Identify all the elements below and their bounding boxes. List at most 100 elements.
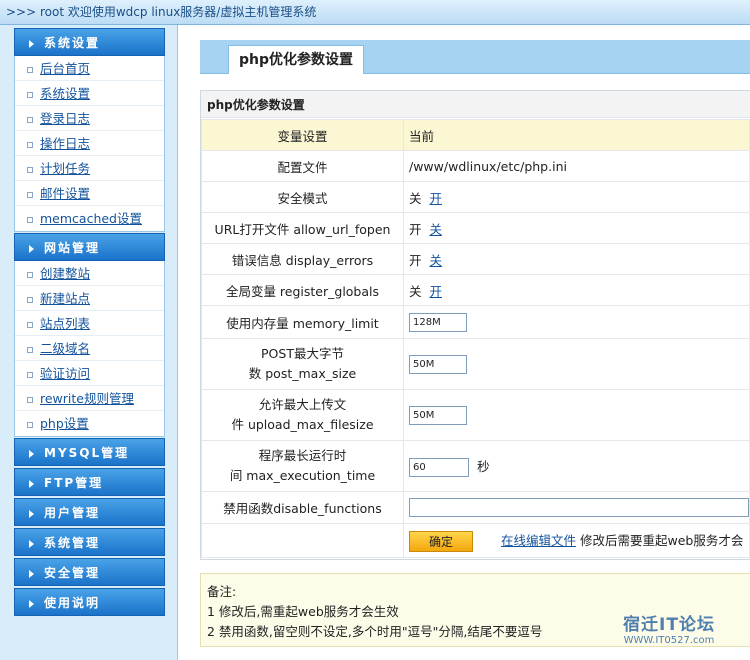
sidebar-item-site-list[interactable]: 站点列表 [15,311,164,336]
menu-head-mysql[interactable]: MYSQL管理 [14,438,165,466]
post-max-size-input[interactable]: 50M [409,354,467,374]
current-state: 关 [409,190,422,206]
menu-head-security[interactable]: 安全管理 [14,558,165,586]
watermark-url: WWW.IT0527.com [623,635,715,646]
notes-title: 备注: [207,584,237,599]
welcome-text: >>> root 欢迎使用wdcp linux服务器/虚拟主机管理系统 [6,5,317,19]
confirm-button[interactable]: 确定 [409,530,473,552]
menu-section-security: 安全管理 [14,558,165,586]
table-row: 程序最长运行时间 max_execution_time 60 秒 [201,440,750,492]
top-bar: >>> root 欢迎使用wdcp linux服务器/虚拟主机管理系统 [0,0,750,25]
menu-head-ftp[interactable]: FTP管理 [14,468,165,496]
square-bullet-icon [27,216,33,223]
triangle-right-icon [29,244,34,253]
table-row: 允许最大上传文件 upload_max_filesize 50M [201,389,750,441]
menu-section-system-settings: 系统设置 后台首页 系统设置 登录日志 操作日志 计划任务 邮件设置 memca… [14,28,165,232]
menu-head-users[interactable]: 用户管理 [14,498,165,526]
sidebar-item-mail-settings[interactable]: 邮件设置 [15,181,164,206]
menu-head-site-management[interactable]: 网站管理 [14,233,165,261]
row-label: POST最大字节数 post_max_size [201,338,404,390]
row-label: 允许最大上传文件 upload_max_filesize [201,389,404,441]
current-state: 开 [409,221,422,237]
table-row: URL打开文件 allow_url_fopen 开 关 [201,212,750,244]
sidebar-item-new-site[interactable]: 新建站点 [15,286,164,311]
safe-mode-toggle-link[interactable]: 开 [429,191,442,206]
register-globals-toggle-link[interactable]: 开 [429,284,442,299]
square-bullet-icon [27,271,33,278]
disable-functions-input[interactable] [409,498,749,517]
upload-max-filesize-input[interactable]: 50M [409,405,467,425]
toggle-cell: 开 关 [403,243,750,275]
current-state: 关 [409,283,422,299]
menu-head-system-settings[interactable]: 系统设置 [14,28,165,56]
sidebar-item-system-settings[interactable]: 系统设置 [15,81,164,106]
sidebar-item-subdomain[interactable]: 二级域名 [15,336,164,361]
square-bullet-icon [27,66,33,73]
square-bullet-icon [27,346,33,353]
config-file-path: /www/wdlinux/etc/php.ini [403,150,750,182]
square-bullet-icon [27,396,33,403]
settings-table: 变量设置 当前 配置文件 /www/wdlinux/etc/php.ini 安全… [201,119,750,558]
action-row: 确定 在线编辑文件 修改后需要重起web服务才会 [201,523,750,558]
sidebar-item-memcached[interactable]: memcached设置 [15,206,164,231]
sidebar-item-rewrite-rules[interactable]: rewrite规则管理 [15,386,164,411]
display-errors-toggle-link[interactable]: 关 [429,253,442,268]
table-row: 全局变量 register_globals 关 开 [201,274,750,306]
table-row: 使用内存量 memory_limit 128M [201,305,750,339]
table-header-row: 变量设置 当前 [201,119,750,151]
restart-hint: 修改后需要重起web服务才会 [579,532,744,548]
sidebar-item-auth-access[interactable]: 验证访问 [15,361,164,386]
row-label: 全局变量 register_globals [201,274,404,306]
triangle-right-icon [29,569,34,578]
menu-head-help[interactable]: 使用说明 [14,588,165,616]
table-row: 禁用函数disable_functions [201,491,750,524]
square-bullet-icon [27,421,33,428]
square-bullet-icon [27,321,33,328]
toggle-cell: 关 开 [403,181,750,213]
square-bullet-icon [27,296,33,303]
tab-php-optimization[interactable]: php优化参数设置 [228,45,365,74]
header-current: 当前 [403,119,750,151]
current-state: 开 [409,252,422,268]
menu-section-site-management: 网站管理 创建整站 新建站点 站点列表 二级域名 验证访问 rewrite规则管… [14,233,165,437]
square-bullet-icon [27,116,33,123]
table-row: 错误信息 display_errors 开 关 [201,243,750,275]
triangle-right-icon [29,39,34,48]
sidebar-item-operation-log[interactable]: 操作日志 [15,131,164,156]
online-edit-link[interactable]: 在线编辑文件 [501,533,576,548]
menu-section-help: 使用说明 [14,588,165,616]
triangle-right-icon [29,539,34,548]
triangle-right-icon [29,509,34,518]
sidebar-item-home[interactable]: 后台首页 [15,56,164,81]
sidebar: 系统设置 后台首页 系统设置 登录日志 操作日志 计划任务 邮件设置 memca… [0,25,178,660]
square-bullet-icon [27,141,33,148]
square-bullet-icon [27,91,33,98]
sidebar-item-login-log[interactable]: 登录日志 [15,106,164,131]
triangle-right-icon [29,449,34,458]
menu-section-users: 用户管理 [14,498,165,526]
seconds-unit: 秒 [476,458,490,474]
settings-panel: php优化参数设置 变量设置 当前 配置文件 /www/wdlinux/etc/… [200,90,750,560]
sidebar-item-php-settings[interactable]: php设置 [15,411,164,436]
triangle-right-icon [29,479,34,488]
table-row: 配置文件 /www/wdlinux/etc/php.ini [201,150,750,182]
row-label: 安全模式 [201,181,404,213]
menu-head-system-management[interactable]: 系统管理 [14,528,165,556]
square-bullet-icon [27,191,33,198]
sidebar-item-create-site[interactable]: 创建整站 [15,261,164,286]
sidebar-item-scheduled-tasks[interactable]: 计划任务 [15,156,164,181]
allow-url-fopen-toggle-link[interactable]: 关 [429,222,442,237]
memory-limit-input[interactable]: 128M [409,312,467,332]
max-execution-time-input[interactable]: 60 [409,457,469,477]
panel-title: php优化参数设置 [201,91,750,118]
triangle-right-icon [29,599,34,608]
header-variable: 变量设置 [201,119,404,151]
toggle-cell: 开 关 [403,212,750,244]
tab-bar: php优化参数设置 [200,40,750,74]
toggle-cell: 关 开 [403,274,750,306]
watermark-logo: 宿迁IT论坛 WWW.IT0527.com [610,615,728,651]
square-bullet-icon [27,371,33,378]
row-label: 使用内存量 memory_limit [201,305,404,339]
row-label: URL打开文件 allow_url_fopen [201,212,404,244]
table-row: POST最大字节数 post_max_size 50M [201,338,750,390]
